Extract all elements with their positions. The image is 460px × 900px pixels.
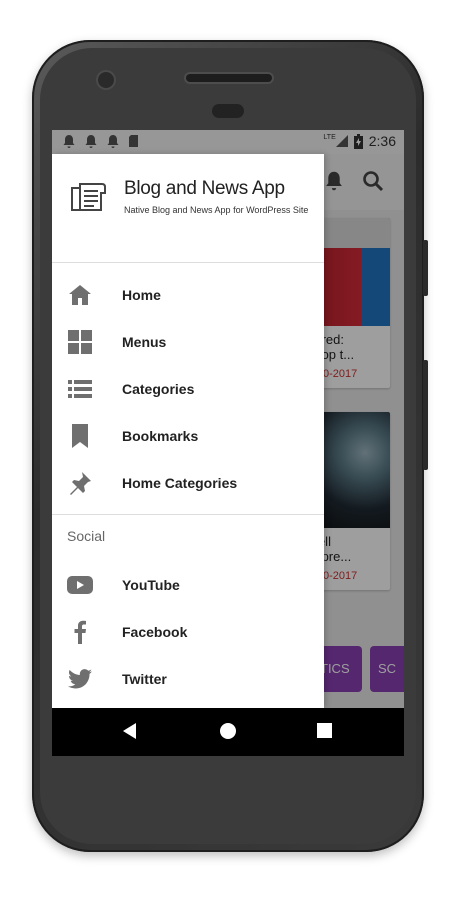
proximity-sensor — [212, 104, 244, 118]
screen: LTE 2:36 equired: o shop t... 19-10-2017… — [52, 130, 404, 756]
drawer-divider — [52, 514, 324, 515]
drawer-item-label: Facebook — [122, 623, 188, 640]
front-camera — [98, 72, 114, 88]
drawer-item-label: Home Categories — [122, 474, 238, 491]
list-icon — [67, 376, 93, 402]
drawer-item-label: Menus — [122, 333, 167, 350]
drawer-item-label: Home — [122, 286, 161, 303]
home-icon — [67, 282, 93, 308]
earpiece-speaker — [186, 74, 272, 82]
drawer-header: Blog and News App Native Blog and News A… — [52, 154, 324, 262]
home-button-icon[interactable] — [219, 722, 237, 740]
social-section-heading: Social — [67, 528, 106, 544]
navigation-drawer: Blog and News App Native Blog and News A… — [52, 154, 324, 708]
drawer-app-title: Blog and News App — [124, 178, 285, 199]
drawer-item-facebook[interactable]: Facebook — [52, 608, 324, 655]
recents-button-icon[interactable] — [317, 723, 332, 738]
youtube-icon — [67, 572, 93, 598]
drawer-item-label: Categories — [122, 380, 195, 397]
drawer-item-label: Twitter — [122, 670, 167, 687]
system-navigation-bar — [52, 708, 404, 756]
drawer-item-bookmarks[interactable]: Bookmarks — [52, 412, 324, 459]
facebook-icon — [67, 619, 93, 645]
drawer-item-home-categories[interactable]: Home Categories — [52, 459, 324, 506]
drawer-item-menus[interactable]: Menus — [52, 318, 324, 365]
drawer-item-label: Bookmarks — [122, 427, 199, 444]
power-button — [423, 240, 428, 296]
drawer-item-youtube[interactable]: YouTube — [52, 561, 324, 608]
drawer-item-home[interactable]: Home — [52, 271, 324, 318]
twitter-icon — [67, 666, 93, 692]
drawer-divider — [52, 262, 324, 263]
pin-icon — [67, 470, 93, 496]
back-button-icon[interactable] — [122, 722, 138, 740]
app-logo-icon — [71, 183, 106, 211]
drawer-app-subtitle: Native Blog and News App for WordPress S… — [124, 205, 309, 215]
drawer-item-categories[interactable]: Categories — [52, 365, 324, 412]
drawer-item-twitter[interactable]: Twitter — [52, 655, 324, 702]
volume-button — [423, 360, 428, 470]
grid-icon — [67, 329, 93, 355]
bookmark-icon — [67, 423, 93, 449]
drawer-item-label: YouTube — [122, 576, 180, 593]
